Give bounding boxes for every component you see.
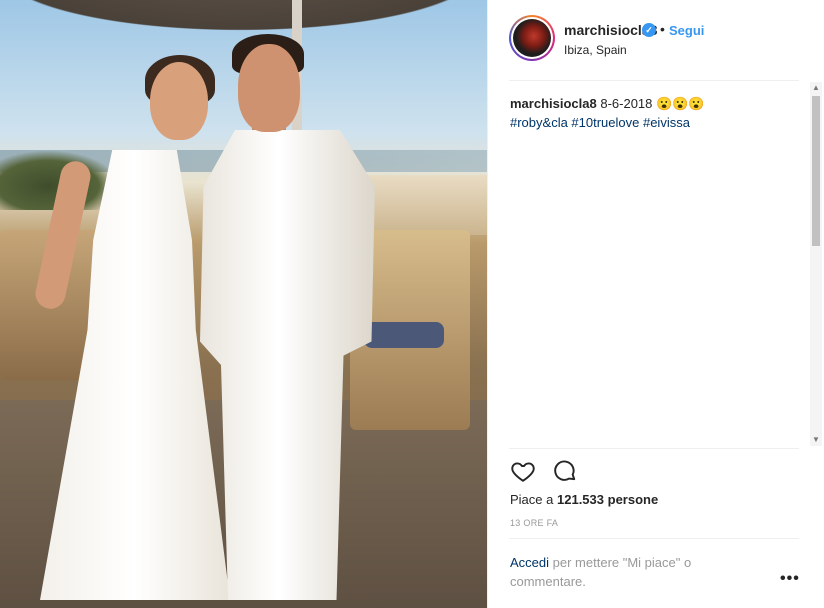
divider xyxy=(509,538,799,539)
verified-badge-icon: ✓ xyxy=(642,23,656,37)
caption-text: 8-6-2018 😮😮😮 xyxy=(600,96,705,111)
pillow xyxy=(364,322,444,348)
location-link[interactable]: Ibiza, Spain xyxy=(564,43,627,57)
avatar[interactable] xyxy=(509,15,555,61)
likes-prefix: Piace a xyxy=(510,492,554,507)
building xyxy=(362,175,487,235)
likes-count[interactable]: Piace a 121.533 persone xyxy=(510,492,658,507)
login-prompt: Accedi per mettere "Mi piace" o commenta… xyxy=(510,553,760,591)
divider xyxy=(509,448,799,449)
woman-face xyxy=(150,62,208,140)
caption-hashtags[interactable]: #roby&cla #10truelove #eivissa xyxy=(510,115,690,130)
divider xyxy=(509,80,799,81)
scroll-up-arrow-icon[interactable]: ▲ xyxy=(810,82,822,94)
follow-button[interactable]: Segui xyxy=(669,23,704,38)
caption-username-link[interactable]: marchisiocla8 xyxy=(510,96,597,111)
more-options-icon[interactable]: ••• xyxy=(780,570,800,588)
login-link[interactable]: Accedi xyxy=(510,555,549,570)
comments-scrollbar[interactable]: ▲ ▼ xyxy=(810,82,822,446)
post-header: marchisiocla8 ✓ • Segui Ibiza, Spain xyxy=(488,0,824,80)
separator-dot: • xyxy=(660,21,665,37)
umbrella xyxy=(0,0,487,40)
comment-icon[interactable] xyxy=(552,458,578,484)
post-timestamp[interactable]: 13 ORE FA xyxy=(510,518,558,528)
post-caption: marchisiocla8 8-6-2018 😮😮😮 #roby&cla #10… xyxy=(510,94,800,132)
avatar-ring xyxy=(511,17,553,59)
likes-suffix: persone xyxy=(607,492,659,507)
scroll-thumb[interactable] xyxy=(812,96,820,246)
man-face xyxy=(238,44,300,132)
avatar-image xyxy=(513,19,551,57)
heart-icon[interactable] xyxy=(510,458,536,484)
post-photo[interactable] xyxy=(0,0,487,608)
scroll-down-arrow-icon[interactable]: ▼ xyxy=(810,434,822,446)
post-side-panel: marchisiocla8 ✓ • Segui Ibiza, Spain mar… xyxy=(487,0,824,608)
likes-number: 121.533 xyxy=(557,492,604,507)
